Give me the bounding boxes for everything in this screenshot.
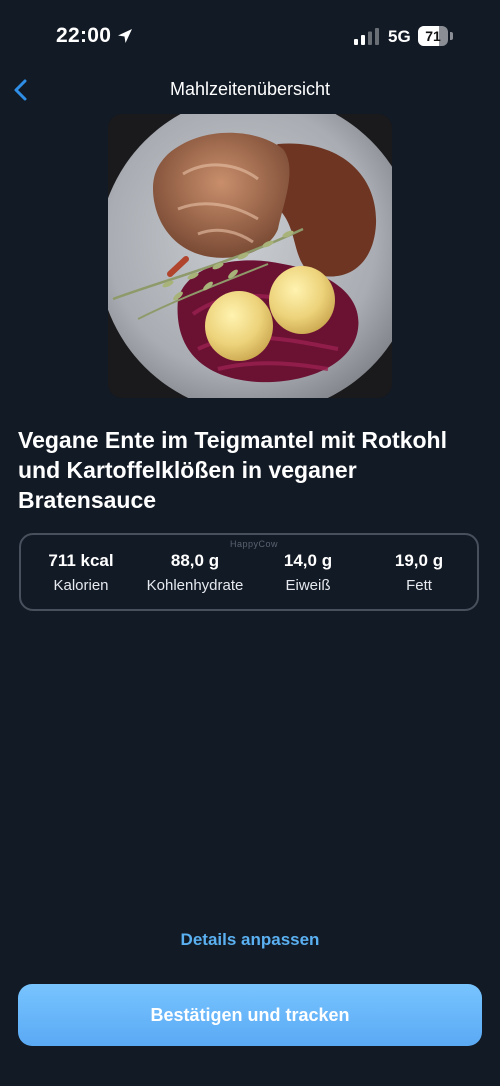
signal-strength-icon — [354, 28, 379, 45]
fat-value: 19,0 g — [394, 551, 444, 570]
protein-label: Eiweiß — [285, 577, 331, 594]
nutrition-summary: HappyCow 711 kcal Kalorien 88,0 g Kohlen… — [19, 533, 479, 611]
battery-percent: 71 — [425, 28, 441, 44]
status-bar: 22:00 5G 71 — [0, 0, 500, 72]
calories-value: 711 kcal — [48, 551, 114, 570]
protein-value: 14,0 g — [283, 551, 333, 570]
confirm-track-button[interactable]: Bestätigen und tracken — [18, 984, 482, 1046]
carbs-value: 88,0 g — [170, 551, 220, 570]
edit-details-link[interactable]: Details anpassen — [0, 930, 500, 950]
nutrition-fat: 19,0 g Fett — [375, 551, 463, 594]
battery-icon: 71 — [418, 26, 454, 46]
nutrition-calories: 711 kcal Kalorien — [35, 551, 127, 594]
carbs-label: Kohlenhydrate — [146, 577, 244, 594]
nutrition-protein: 14,0 g Eiweiß — [264, 551, 352, 594]
page-title: Mahlzeitenübersicht — [169, 79, 331, 99]
watermark: HappyCow — [230, 539, 279, 549]
network-label: 5G — [388, 27, 411, 46]
nutrition-carbs: 88,0 g Kohlenhydrate — [135, 551, 255, 594]
navigation-bar: Mahlzeitenübersicht — [0, 70, 500, 110]
meal-title: Vegane Ente im Teigmantel mit Rotkohl un… — [18, 427, 447, 513]
fat-label: Fett — [406, 577, 432, 594]
location-arrow-icon — [118, 29, 132, 43]
calories-label: Kalorien — [53, 577, 109, 594]
status-time: 22:00 — [56, 24, 112, 47]
meal-photo — [108, 114, 392, 398]
